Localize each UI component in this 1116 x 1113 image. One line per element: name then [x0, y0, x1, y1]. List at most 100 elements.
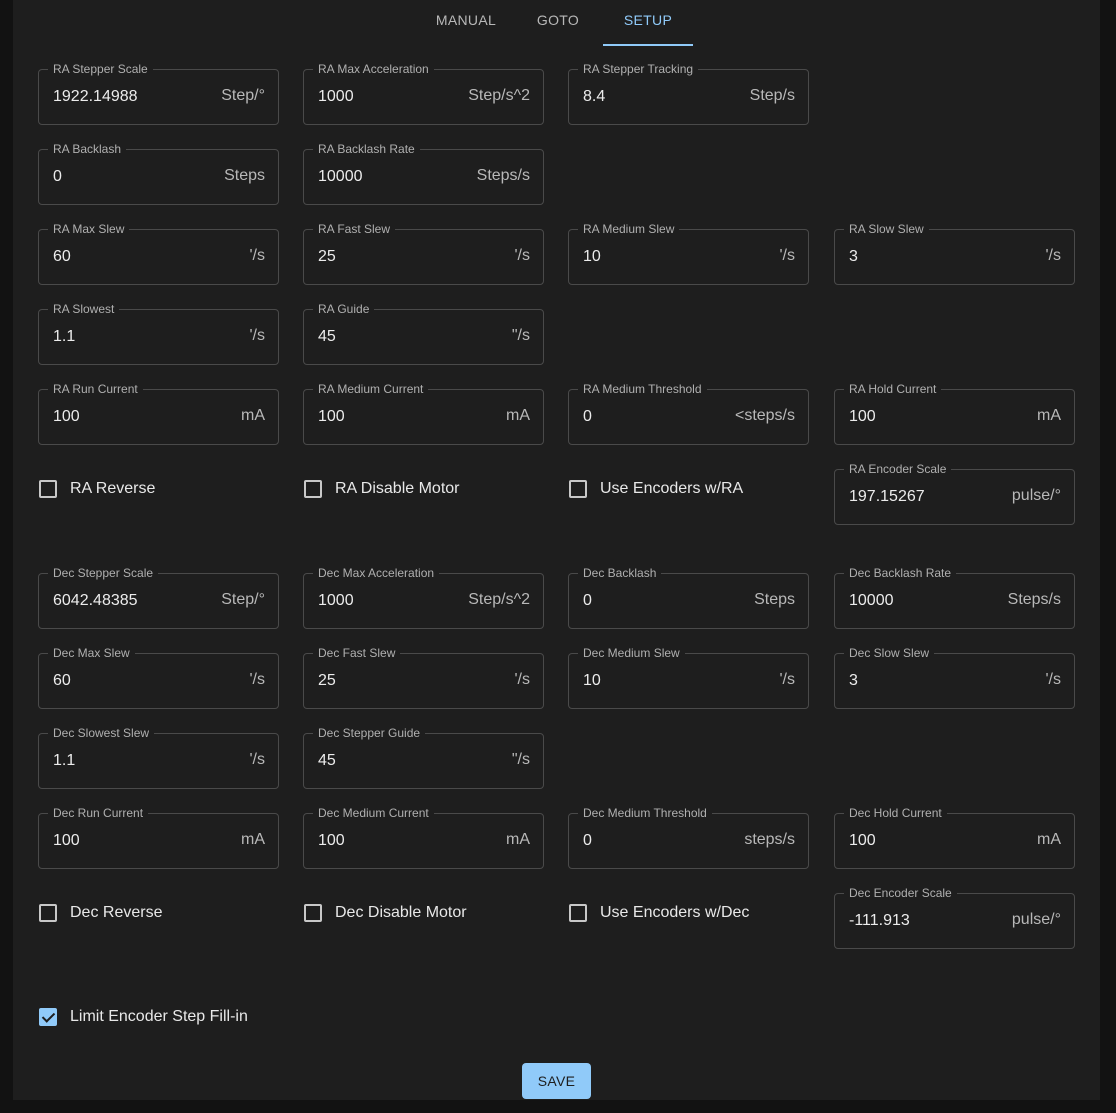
field-label: Dec Fast Slew [313, 646, 401, 660]
field-value: 10 [583, 672, 601, 689]
dec-medium-threshold-field[interactable]: Dec Medium Threshold 0 steps/s [568, 806, 809, 869]
field-unit: Steps [754, 591, 795, 608]
dec-stepper-scale-field[interactable]: Dec Stepper Scale 6042.48385 Step/° [38, 566, 279, 629]
checkbox-box[interactable] [569, 904, 587, 922]
field-label: RA Backlash [48, 142, 127, 156]
ra-stepper-scale-field[interactable]: RA Stepper Scale 1922.14988 Step/° [38, 62, 279, 125]
ra-reverse-checkbox[interactable]: RA Reverse [39, 479, 155, 499]
dec-run-current-field[interactable]: Dec Run Current 100 mA [38, 806, 279, 869]
field-value: 3 [849, 672, 858, 689]
checkbox-box[interactable] [304, 480, 322, 498]
setup-panel: MANUAL GOTO SETUP RA Stepper Scale 1922.… [13, 0, 1100, 1100]
checkbox-box[interactable] [569, 480, 587, 498]
ra-medium-slew-field[interactable]: RA Medium Slew 10 '/s [568, 222, 809, 285]
field-unit: Step/° [221, 87, 265, 104]
use-encoders-ra-checkbox[interactable]: Use Encoders w/RA [569, 479, 743, 499]
ra-slow-slew-field[interactable]: RA Slow Slew 3 '/s [834, 222, 1075, 285]
checkbox-box[interactable] [39, 904, 57, 922]
field-unit: '/s [249, 751, 266, 768]
checkbox-box[interactable] [304, 904, 322, 922]
field-unit: Steps [224, 167, 265, 184]
field-unit: Step/s^2 [468, 591, 530, 608]
field-value: 100 [849, 832, 876, 849]
dec-disable-motor-checkbox[interactable]: Dec Disable Motor [304, 903, 467, 923]
field-unit: '/s [779, 671, 796, 688]
ra-run-current-field[interactable]: RA Run Current 100 mA [38, 382, 279, 445]
field-unit: <steps/s [734, 407, 795, 424]
field-unit: pulse/° [1011, 911, 1061, 928]
field-label: RA Backlash Rate [313, 142, 420, 156]
ra-encoder-scale-field[interactable]: RA Encoder Scale 197.15267 pulse/° [834, 462, 1075, 525]
field-unit: '/s [249, 671, 266, 688]
field-unit: Step/° [221, 591, 265, 608]
use-encoders-dec-checkbox[interactable]: Use Encoders w/Dec [569, 903, 749, 923]
field-label: Dec Medium Threshold [578, 806, 712, 820]
field-label: RA Medium Current [313, 382, 429, 396]
field-label: RA Slow Slew [844, 222, 929, 236]
ra-backlash-rate-field[interactable]: RA Backlash Rate 10000 Steps/s [303, 142, 544, 205]
field-label: Dec Backlash [578, 566, 662, 580]
tab-goto[interactable]: GOTO [521, 0, 595, 44]
ra-disable-motor-checkbox[interactable]: RA Disable Motor [304, 479, 460, 499]
field-unit: '/s [514, 671, 531, 688]
dec-medium-current-field[interactable]: Dec Medium Current 100 mA [303, 806, 544, 869]
field-value: 45 [318, 328, 336, 345]
field-value: 60 [53, 672, 71, 689]
field-unit: "/s [511, 327, 530, 344]
dec-hold-current-field[interactable]: Dec Hold Current 100 mA [834, 806, 1075, 869]
field-label: Dec Run Current [48, 806, 149, 820]
field-value: 10000 [318, 168, 363, 185]
field-label: Dec Hold Current [844, 806, 947, 820]
field-unit: "/s [511, 751, 530, 768]
field-value: 1.1 [53, 328, 76, 345]
ra-medium-current-field[interactable]: RA Medium Current 100 mA [303, 382, 544, 445]
field-label: RA Medium Slew [578, 222, 680, 236]
ra-stepper-tracking-field[interactable]: RA Stepper Tracking 8.4 Step/s [568, 62, 809, 125]
ra-fast-slew-field[interactable]: RA Fast Slew 25 '/s [303, 222, 544, 285]
field-value: 100 [53, 832, 80, 849]
dec-backlash-rate-field[interactable]: Dec Backlash Rate 10000 Steps/s [834, 566, 1075, 629]
ra-max-acceleration-field[interactable]: RA Max Acceleration 1000 Step/s^2 [303, 62, 544, 125]
field-value: 197.15267 [849, 488, 925, 505]
dec-reverse-checkbox[interactable]: Dec Reverse [39, 903, 162, 923]
limit-encoder-fill-in-checkbox[interactable]: Limit Encoder Step Fill-in [39, 1007, 248, 1027]
field-value: 1.1 [53, 752, 76, 769]
field-value: 6042.48385 [53, 592, 138, 609]
ra-medium-threshold-field[interactable]: RA Medium Threshold 0 <steps/s [568, 382, 809, 445]
ra-max-slew-field[interactable]: RA Max Slew 60 '/s [38, 222, 279, 285]
dec-medium-slew-field[interactable]: Dec Medium Slew 10 '/s [568, 646, 809, 709]
dec-fast-slew-field[interactable]: Dec Fast Slew 25 '/s [303, 646, 544, 709]
field-value: 100 [53, 408, 80, 425]
field-unit: Step/s [749, 87, 795, 104]
field-value: 1922.14988 [53, 88, 138, 105]
dec-slow-slew-field[interactable]: Dec Slow Slew 3 '/s [834, 646, 1075, 709]
field-label: Dec Max Slew [48, 646, 135, 660]
field-unit: '/s [249, 247, 266, 264]
field-value: 100 [318, 408, 345, 425]
dec-max-acceleration-field[interactable]: Dec Max Acceleration 1000 Step/s^2 [303, 566, 544, 629]
field-value: 1000 [318, 592, 354, 609]
field-unit: mA [241, 831, 265, 848]
save-button[interactable]: SAVE [522, 1063, 591, 1099]
field-label: RA Max Acceleration [313, 62, 434, 76]
tab-setup[interactable]: SETUP [603, 0, 693, 46]
dec-stepper-guide-field[interactable]: Dec Stepper Guide 45 "/s [303, 726, 544, 789]
ra-hold-current-field[interactable]: RA Hold Current 100 mA [834, 382, 1075, 445]
ra-guide-field[interactable]: RA Guide 45 "/s [303, 302, 544, 365]
dec-backlash-field[interactable]: Dec Backlash 0 Steps [568, 566, 809, 629]
checkbox-label: RA Disable Motor [335, 480, 460, 497]
checkbox-checked-icon[interactable] [39, 1008, 57, 1026]
dec-encoder-scale-field[interactable]: Dec Encoder Scale -111.913 pulse/° [834, 886, 1075, 949]
field-value: 25 [318, 672, 336, 689]
field-value: 60 [53, 248, 71, 265]
field-label: RA Encoder Scale [844, 462, 952, 476]
checkbox-label: Dec Reverse [70, 904, 163, 921]
ra-slowest-field[interactable]: RA Slowest 1.1 '/s [38, 302, 279, 365]
checkbox-box[interactable] [39, 480, 57, 498]
ra-backlash-field[interactable]: RA Backlash 0 Steps [38, 142, 279, 205]
tab-manual[interactable]: MANUAL [421, 0, 511, 44]
field-value: 0 [583, 408, 592, 425]
dec-max-slew-field[interactable]: Dec Max Slew 60 '/s [38, 646, 279, 709]
field-unit: mA [506, 407, 530, 424]
dec-slowest-slew-field[interactable]: Dec Slowest Slew 1.1 '/s [38, 726, 279, 789]
